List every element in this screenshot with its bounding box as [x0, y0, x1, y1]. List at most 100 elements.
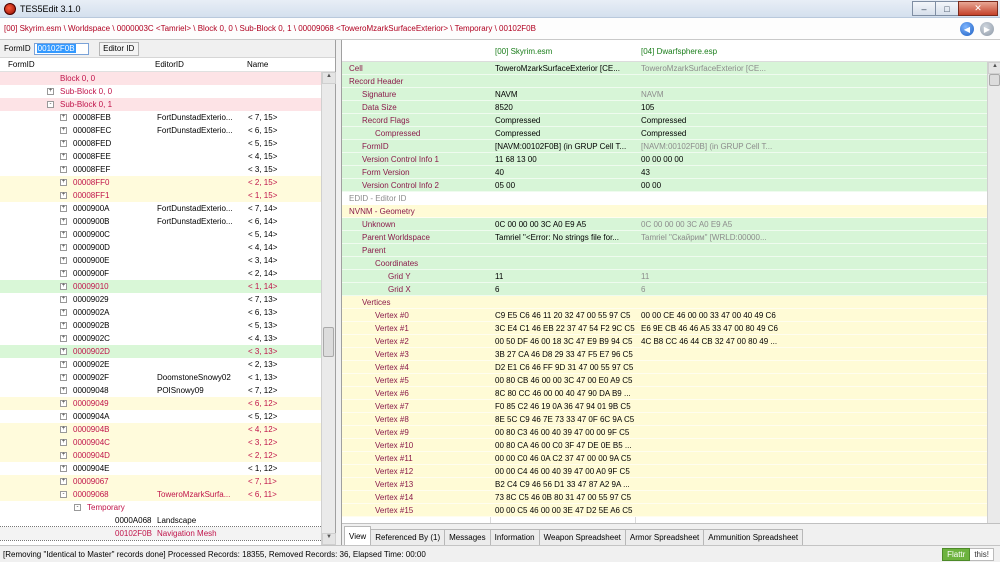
- record-row[interactable]: Vertex #5 00 80 CB 46 00 00 3C 47 00 E0 A…: [342, 374, 988, 387]
- record-row[interactable]: Version Control Info 2 05 00 00 00: [342, 179, 988, 192]
- record-row[interactable]: Form Version 40 43: [342, 166, 988, 179]
- record-row[interactable]: Vertex #15 00 00 C5 46 00 00 3E 47 D2 5E …: [342, 504, 988, 517]
- expand-icon[interactable]: +: [60, 400, 67, 407]
- record-row[interactable]: Vertex #12 00 00 C4 46 00 40 39 47 00 A0 …: [342, 465, 988, 478]
- record-row[interactable]: Vertex #14 73 8C C5 46 0B 80 31 47 00 55 …: [342, 491, 988, 504]
- tree-row[interactable]: +0000902E < 2, 13>: [0, 358, 322, 371]
- expand-icon[interactable]: +: [60, 140, 67, 147]
- collapse-icon[interactable]: -: [60, 491, 67, 498]
- expand-icon[interactable]: +: [60, 114, 67, 121]
- tree-row[interactable]: +0000904E < 1, 12>: [0, 462, 322, 475]
- expand-icon[interactable]: +: [60, 296, 67, 303]
- name-column-header[interactable]: Name: [247, 60, 268, 69]
- record-row[interactable]: Vertex #4 D2 E1 C6 46 FF 9D 31 47 00 55 9…: [342, 361, 988, 374]
- tree-row[interactable]: +00008FF1 < 1, 15>: [0, 189, 322, 202]
- record-row[interactable]: Vertex #2 00 50 DF 46 00 18 3C 47 E9 B9 9…: [342, 335, 988, 348]
- expand-icon[interactable]: +: [60, 192, 67, 199]
- tab-weapon-spreadsheet[interactable]: Weapon Spreadsheet: [538, 529, 626, 545]
- tree-row[interactable]: +0000900B FortDunstadExterio... < 6, 14>: [0, 215, 322, 228]
- expand-icon[interactable]: +: [60, 231, 67, 238]
- tree-row[interactable]: +00009049 < 6, 12>: [0, 397, 322, 410]
- expand-icon[interactable]: +: [60, 413, 67, 420]
- record-row[interactable]: Data Size 8520 105: [342, 101, 988, 114]
- expand-icon[interactable]: +: [60, 270, 67, 277]
- tree-row[interactable]: +0000904B < 4, 12>: [0, 423, 322, 436]
- expand-icon[interactable]: +: [60, 309, 67, 316]
- expand-icon[interactable]: +: [60, 348, 67, 355]
- scroll-thumb[interactable]: [323, 327, 334, 357]
- record-row[interactable]: Compressed Compressed Compressed: [342, 127, 988, 140]
- record-scrollbar[interactable]: ▲: [987, 62, 1000, 523]
- record-row[interactable]: Vertex #8 8E 5C C9 46 7E 73 33 47 0F 6C 9…: [342, 413, 988, 426]
- record-row[interactable]: Unknown 0C 00 00 00 3C A0 E9 A5 0C 00 00 0…: [342, 218, 988, 231]
- tree-row[interactable]: +00008FEB FortDunstadExterio... < 7, 15>: [0, 111, 322, 124]
- tree-row[interactable]: +0000904D < 2, 12>: [0, 449, 322, 462]
- flattr-button[interactable]: Flattr this!: [942, 548, 994, 561]
- record-row[interactable]: Vertex #0 C9 E5 C6 46 11 20 32 47 00 55 9…: [342, 309, 988, 322]
- record-row[interactable]: NVNM - Geometry: [342, 205, 988, 218]
- minimize-button[interactable]: –: [912, 1, 936, 16]
- collapse-icon[interactable]: -: [74, 504, 81, 511]
- expand-icon[interactable]: +: [60, 153, 67, 160]
- tree-row[interactable]: +0000900A FortDunstadExterio... < 7, 14>: [0, 202, 322, 215]
- record-row[interactable]: EDID - Editor ID: [342, 192, 988, 205]
- tree-row[interactable]: 0000A068 Landscape: [0, 514, 322, 527]
- editorid-column-header[interactable]: EditorID: [155, 60, 184, 69]
- expand-icon[interactable]: +: [60, 127, 67, 134]
- expand-icon[interactable]: +: [47, 88, 54, 95]
- tree-row[interactable]: +0000900F < 2, 14>: [0, 267, 322, 280]
- forward-arrow-icon[interactable]: ▶: [980, 22, 994, 36]
- tree-row[interactable]: +0000904C < 3, 12>: [0, 436, 322, 449]
- expand-icon[interactable]: +: [60, 257, 67, 264]
- expand-icon[interactable]: +: [60, 439, 67, 446]
- tab-messages[interactable]: Messages: [444, 529, 491, 545]
- expand-icon[interactable]: +: [60, 426, 67, 433]
- scroll-down-icon[interactable]: ▼: [322, 533, 336, 545]
- expand-icon[interactable]: +: [60, 335, 67, 342]
- record-row[interactable]: Vertex #6 8C 80 CC 46 00 00 40 47 90 DA B…: [342, 387, 988, 400]
- tree-row[interactable]: +0000900D < 4, 14>: [0, 241, 322, 254]
- expand-icon[interactable]: +: [60, 283, 67, 290]
- tree-row[interactable]: +00009029 < 7, 13>: [0, 293, 322, 306]
- tree-row[interactable]: +0000902D < 3, 13>: [0, 345, 322, 358]
- expand-icon[interactable]: +: [60, 387, 67, 394]
- maximize-button[interactable]: □: [935, 1, 959, 16]
- tree-row[interactable]: +0000900C < 5, 14>: [0, 228, 322, 241]
- scroll-thumb[interactable]: [989, 74, 1000, 86]
- record-row[interactable]: Parent Worldspace Tamriel "<Error: No str…: [342, 231, 988, 244]
- tab-armor-spreadsheet[interactable]: Armor Spreadsheet: [624, 529, 705, 545]
- expand-icon[interactable]: +: [60, 166, 67, 173]
- expand-icon[interactable]: +: [60, 205, 67, 212]
- tree-row[interactable]: - Temporary: [0, 501, 322, 514]
- tree-row[interactable]: -00009068 ToweroMzarkSurfa... < 6, 11>: [0, 488, 322, 501]
- record-row[interactable]: Vertex #10 00 80 CA 46 00 C0 3F 47 DE 0E …: [342, 439, 988, 452]
- expand-icon[interactable]: +: [60, 478, 67, 485]
- tree-row[interactable]: 00102F0B Navigation Mesh: [0, 526, 322, 541]
- close-button[interactable]: ✕: [958, 1, 998, 16]
- back-arrow-icon[interactable]: ◀: [960, 22, 974, 36]
- record-row[interactable]: Vertices: [342, 296, 988, 309]
- tree-row[interactable]: +00008FEC FortDunstadExterio... < 6, 15>: [0, 124, 322, 137]
- tree-row[interactable]: +00009067 < 7, 11>: [0, 475, 322, 488]
- tree-row[interactable]: +00008FED < 5, 15>: [0, 137, 322, 150]
- record-row[interactable]: Vertex #9 00 80 C3 46 00 40 39 47 00 00 9…: [342, 426, 988, 439]
- tree-row[interactable]: +00009010 < 1, 14>: [0, 280, 322, 293]
- record-row[interactable]: Vertex #11 00 00 C0 46 0A C2 37 47 00 00 …: [342, 452, 988, 465]
- record-row[interactable]: Grid Y 11 11: [342, 270, 988, 283]
- expand-icon[interactable]: +: [60, 361, 67, 368]
- tree-row[interactable]: +0000900E < 3, 14>: [0, 254, 322, 267]
- expand-icon[interactable]: +: [60, 452, 67, 459]
- record-row[interactable]: Version Control Info 1 11 68 13 00 00 00 0…: [342, 153, 988, 166]
- tree-row[interactable]: +00008FEF < 3, 15>: [0, 163, 322, 176]
- expand-icon[interactable]: +: [60, 374, 67, 381]
- expand-icon[interactable]: +: [60, 244, 67, 251]
- tree-row[interactable]: +0000902B < 5, 13>: [0, 319, 322, 332]
- expand-icon[interactable]: +: [60, 179, 67, 186]
- expand-icon[interactable]: +: [60, 465, 67, 472]
- tree-row[interactable]: - Sub-Block 0, 1: [0, 98, 322, 111]
- record-row[interactable]: Vertex #13 B2 C4 C9 46 56 D1 33 47 87 A2 …: [342, 478, 988, 491]
- tab-view[interactable]: View: [344, 526, 372, 545]
- record-row[interactable]: Grid X 6 6: [342, 283, 988, 296]
- editorid-filter-button[interactable]: Editor ID: [98, 41, 139, 56]
- formid-column-header[interactable]: FormID: [8, 60, 35, 69]
